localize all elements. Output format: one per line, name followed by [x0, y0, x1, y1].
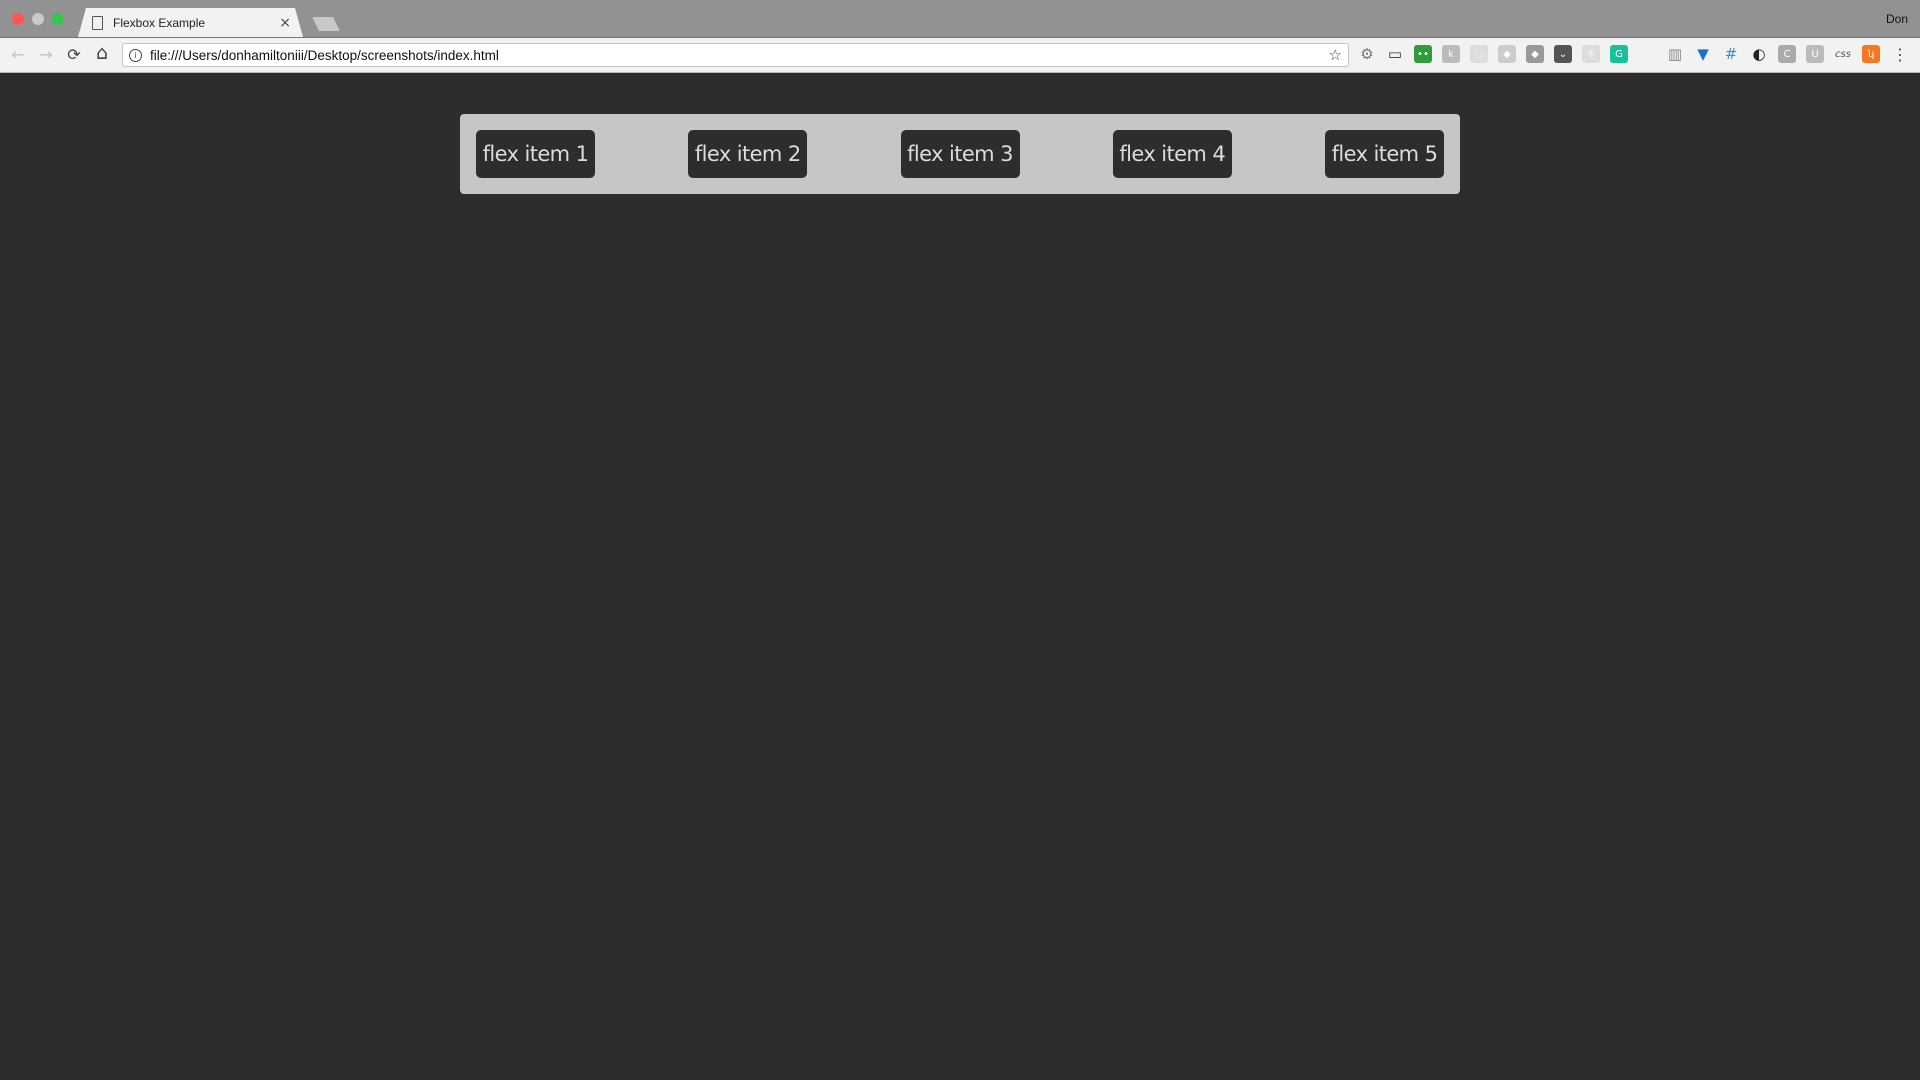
screenshot-extension-icon[interactable]: ▭	[1386, 45, 1404, 63]
maximize-window-button[interactable]	[52, 13, 64, 25]
react-extension-icon[interactable]: ⚛	[1582, 45, 1600, 63]
flex-container: flex item 1 flex item 2 flex item 3 flex it…	[460, 114, 1460, 194]
hubspot-extension-icon[interactable]: ʮ	[1862, 45, 1880, 63]
contrast-extension-icon[interactable]: ◐	[1750, 45, 1768, 63]
swirl-extension-icon[interactable]: ◌	[1470, 45, 1488, 63]
tab-title: Flexbox Example	[113, 15, 206, 30]
profile-name[interactable]: Don	[1886, 12, 1908, 26]
rainbow-extension-icon[interactable]: ⌒	[1638, 45, 1656, 64]
forward-arrow-icon[interactable]: →	[36, 45, 56, 64]
grammarly-extension-icon[interactable]: G	[1610, 45, 1628, 63]
settings-gear-extension-icon[interactable]: ⚙	[1358, 45, 1376, 63]
extensions-bar: ⚙ ▭ •• k ◌ ◆ ◆ ⌄ ⚛ G ⌒ ▥ ▼ # ◐ C Ucss ʮ	[1358, 45, 1880, 64]
pocket-extension-icon[interactable]: ⌄	[1554, 45, 1572, 63]
dropbox-extension-icon[interactable]: ◆	[1498, 45, 1516, 63]
layers-extension-icon[interactable]: ◆	[1526, 45, 1544, 63]
url-input[interactable]	[150, 47, 1329, 63]
flex-item-3: flex item 3	[900, 130, 1020, 178]
bookmark-star-icon[interactable]: ☆	[1329, 46, 1342, 64]
c-circle-extension-icon[interactable]: C	[1778, 45, 1796, 63]
back-arrow-icon[interactable]: ←	[8, 45, 28, 64]
new-tab-button[interactable]	[312, 17, 340, 31]
menu-icon[interactable]: ⋮	[1892, 45, 1908, 64]
book-extension-icon[interactable]: ▥	[1666, 45, 1684, 63]
flex-item-2: flex item 2	[688, 130, 808, 178]
u-box-extension-icon[interactable]: U	[1806, 45, 1824, 63]
grid-extension-icon[interactable]: #	[1722, 45, 1740, 63]
reload-icon[interactable]: ⟳	[64, 45, 84, 64]
k-extension-extension-icon[interactable]: k	[1442, 45, 1460, 63]
flex-item-5: flex item 5	[1325, 130, 1444, 178]
document-icon	[92, 16, 103, 30]
browser-toolbar: ← → ⟳ ⌂ i ☆ ⚙ ▭ •• k ◌ ◆ ◆ ⌄ ⚛ G ⌒ ▥ ▼ # ◐ CUcssʮ ⋮	[0, 37, 1920, 73]
tab-strip: Flexbox Example × Don	[0, 0, 1920, 37]
close-tab-icon[interactable]: ×	[279, 15, 291, 31]
flex-item-1: flex item 1	[476, 130, 595, 178]
minimize-window-button[interactable]	[32, 13, 44, 25]
close-window-button[interactable]	[12, 13, 24, 25]
window-controls	[12, 13, 64, 25]
css-extension-icon[interactable]: css	[1834, 45, 1852, 63]
flex-item-4: flex item 4	[1112, 130, 1232, 178]
info-icon[interactable]: i	[129, 48, 142, 62]
tab-flexbox-example[interactable]: Flexbox Example ×	[78, 8, 303, 37]
green-robot-extension-icon[interactable]: ••	[1414, 45, 1432, 63]
home-icon[interactable]: ⌂	[92, 42, 112, 64]
vue-devtools-extension-icon[interactable]: ▼	[1694, 45, 1712, 63]
address-bar[interactable]: i ☆	[122, 43, 1349, 67]
